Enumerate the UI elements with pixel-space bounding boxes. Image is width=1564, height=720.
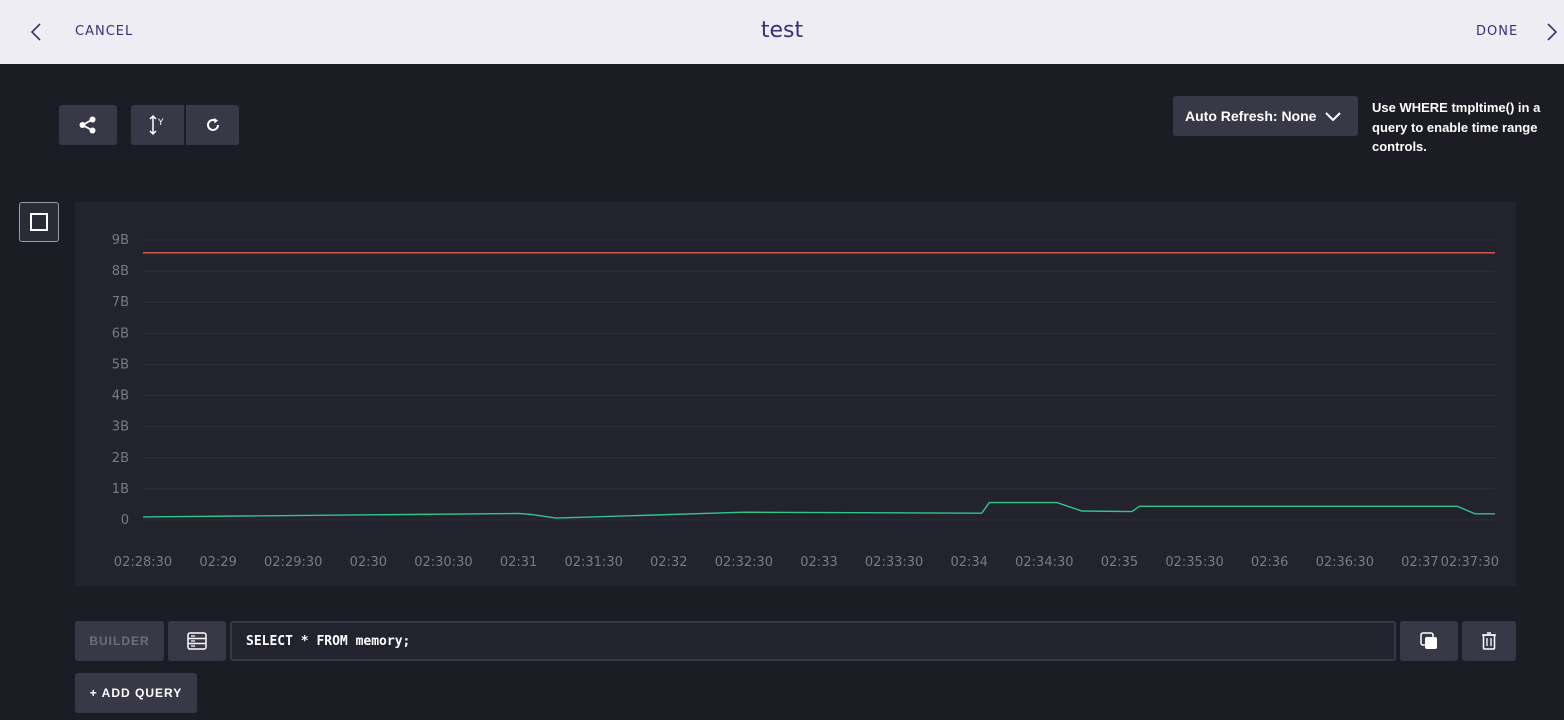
builder-button[interactable]: BUILDER	[75, 621, 164, 661]
y-tick-label: 5B	[112, 357, 129, 372]
refresh-icon	[206, 118, 219, 131]
y-axis-letter: Y	[157, 118, 164, 128]
x-tick-label: 02:37	[1401, 555, 1438, 570]
memory-line-chart[interactable]: 0 1B 2B 3B 4B 5B 6B 7B 8B 9B 02:28:30 02:29 02:29:30…	[75, 202, 1516, 586]
y-tick-label: 8B	[112, 264, 129, 279]
copy-icon	[1420, 632, 1437, 649]
x-tick-label: 02:36	[1251, 555, 1288, 570]
page-title: test	[760, 18, 804, 43]
copy-query-button[interactable]	[1400, 621, 1458, 661]
query-editor[interactable]: SELECT * FROM memory;	[230, 621, 1396, 661]
y-tick-label: 3B	[112, 420, 129, 435]
refresh-button[interactable]	[186, 105, 239, 145]
x-tick-label: 02:34:30	[1015, 555, 1073, 570]
header-bar: CANCEL test DONE	[0, 0, 1564, 64]
chevron-down-icon	[1325, 112, 1342, 122]
add-query-button[interactable]: + ADD QUERY	[75, 673, 197, 713]
auto-refresh-label: Auto Refresh: None	[1185, 108, 1317, 124]
x-tick-label: 02:30:30	[414, 555, 472, 570]
x-tick-label: 02:29:30	[264, 555, 322, 570]
square-icon	[30, 213, 48, 231]
y-tick-label: 2B	[112, 451, 129, 466]
x-tick-label: 02:36:30	[1316, 555, 1374, 570]
x-tick-label: 02:29	[199, 555, 236, 570]
x-tick-label: 02:35:30	[1165, 555, 1223, 570]
time-range-hint: Use WHERE tmpltime() in a query to enabl…	[1372, 100, 1541, 154]
y-axis-button[interactable]: Y	[131, 105, 184, 145]
delete-query-button[interactable]	[1462, 621, 1516, 661]
y-tick-label: 0	[121, 513, 129, 528]
y-tick-label: 1B	[112, 482, 129, 497]
chevron-right-icon[interactable]	[1540, 20, 1564, 44]
x-tick-label: 02:28:30	[114, 555, 172, 570]
x-tick-label: 02:30	[350, 555, 387, 570]
auto-refresh-dropdown[interactable]: Auto Refresh: None	[1173, 96, 1358, 136]
share-button[interactable]	[59, 105, 117, 145]
y-tick-label: 6B	[112, 326, 129, 341]
schema-explorer-button[interactable]	[168, 621, 226, 661]
y-tick-label: 9B	[112, 233, 129, 248]
x-tick-label: 02:31:30	[564, 555, 622, 570]
x-tick-label: 02:33:30	[865, 555, 923, 570]
x-tick-label: 02:32	[650, 555, 687, 570]
x-tick-label: 02:31	[500, 555, 537, 570]
y-axis-icon: Y	[148, 114, 164, 136]
graph-selection-box[interactable]	[19, 202, 59, 242]
schema-icon	[187, 632, 207, 650]
x-tick-label: 02:35	[1101, 555, 1138, 570]
done-button[interactable]: DONE	[1476, 24, 1518, 39]
series-line-1	[142, 501, 1495, 519]
chart-panel: 0 1B 2B 3B 4B 5B 6B 7B 8B 9B 02:28:30 02:29 02:29:30…	[75, 202, 1516, 586]
trash-icon	[1482, 632, 1496, 650]
share-icon	[79, 116, 96, 134]
y-tick-label: 4B	[112, 389, 129, 404]
x-tick-label: 02:34	[950, 555, 987, 570]
x-tick-label: 02:37:30	[1441, 555, 1499, 570]
y-tick-label: 7B	[112, 295, 129, 310]
x-tick-label: 02:32:30	[715, 555, 773, 570]
x-tick-label: 02:33	[800, 555, 837, 570]
